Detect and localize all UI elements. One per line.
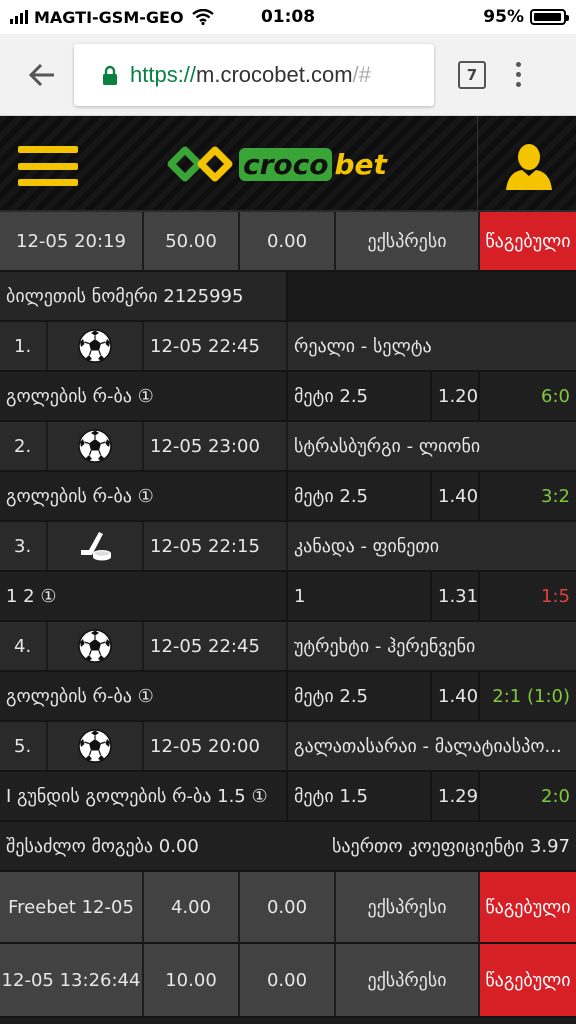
bet-summary-row[interactable]: 12-05 13:26:44 10.00 0.00 ექსპრესი წაგებ…	[0, 944, 576, 1018]
user-account-icon[interactable]	[504, 142, 554, 190]
event-number: 2.	[0, 422, 48, 470]
back-arrow-icon	[28, 63, 54, 86]
event-match: სტრასბურგი - ლიონი	[294, 435, 481, 457]
bet-label: Freebet 12-05	[0, 872, 144, 942]
battery-icon	[530, 9, 569, 25]
ticket-number-row: ბილეთის ნომერი 2125995	[0, 272, 576, 322]
event-market: გოლების რ-ბა ①	[0, 672, 288, 720]
event-match: უტრეხტი - ჰერენვენი	[294, 635, 476, 657]
bet-datetime: 12-05 20:19	[0, 212, 144, 270]
event-match: კანადა - ფინეთი	[294, 535, 440, 557]
crocobet-logo[interactable]: croco bet	[165, 144, 387, 184]
logo-bet-text: bet	[334, 147, 387, 181]
bet-stake: 4.00	[144, 872, 240, 942]
clock: 01:08	[260, 7, 316, 27]
event-number: 1.	[0, 322, 48, 370]
event-datetime: 12-05 22:45	[144, 622, 288, 670]
event-market: გოლების რ-ბა ①	[0, 372, 288, 420]
event-row[interactable]: 1. 12-05 22:45 რეალი - სელტა	[0, 322, 576, 372]
soccer-ball-icon	[48, 622, 144, 670]
event-row[interactable]: 3. 12-05 22:15 კანადა - ფინეთი	[0, 522, 576, 572]
event-datetime: 12-05 22:45	[144, 322, 288, 370]
event-match: რეალი - სელტა	[294, 335, 432, 357]
event-odds: 1.40	[432, 672, 480, 720]
pick-row: 1 2 ① 1 1.31 1:5	[0, 572, 576, 622]
soccer-ball-icon	[48, 422, 144, 470]
event-score: 6:0	[541, 385, 570, 407]
bet-type: ექსპრესი	[336, 212, 480, 270]
pick-row: გოლების რ-ბა ① მეტი 2.5 1.20 6:0	[0, 372, 576, 422]
event-score: 2:1 (1:0)	[492, 685, 570, 707]
bet-status-badge: წაგებული	[480, 212, 576, 270]
event-datetime: 12-05 20:00	[144, 722, 288, 770]
signal-icon	[10, 10, 28, 24]
bet-win-amount: 0.00	[240, 944, 336, 1016]
event-market: გოლების რ-ბა ①	[0, 472, 288, 520]
total-odds: საერთო კოეფიციენტი 3.97	[332, 835, 570, 857]
event-match: გალათასარაი - მალატიასპო...	[294, 735, 562, 757]
bet-status-badge: წაგებული	[480, 944, 576, 1016]
totals-row: შესაძლო მოგება 0.00 საერთო კოეფიციენტი 3…	[0, 822, 576, 872]
bet-win-amount: 0.00	[240, 212, 336, 270]
event-score: 3:2	[541, 485, 570, 507]
back-button[interactable]	[22, 55, 62, 95]
event-row[interactable]: 4. 12-05 22:45 უტრეხტი - ჰერენვენი	[0, 622, 576, 672]
event-number: 3.	[0, 522, 48, 570]
bet-win-amount: 0.00	[240, 872, 336, 942]
bet-summary-row[interactable]: Freebet 12-05 4.00 0.00 ექსპრესი წაგებულ…	[0, 872, 576, 944]
bet-stake: 10.00	[144, 944, 240, 1016]
soccer-ball-icon	[48, 722, 144, 770]
event-number: 4.	[0, 622, 48, 670]
bet-summary-row[interactable]: 12-05 20:19 50.00 0.00 ექსპრესი წაგებული	[0, 212, 576, 272]
wifi-icon	[191, 9, 214, 25]
tab-switcher-button[interactable]: 7	[458, 60, 486, 89]
event-row[interactable]: 2. 12-05 23:00 სტრასბურგი - ლიონი	[0, 422, 576, 472]
bet-type: ექსპრესი	[336, 872, 480, 942]
event-odds: 1.20	[432, 372, 480, 420]
event-market: 1 2 ①	[0, 572, 288, 620]
hockey-icon	[48, 522, 144, 570]
soccer-ball-icon	[48, 322, 144, 370]
hamburger-menu-icon[interactable]	[18, 146, 78, 186]
event-score: 2:0	[541, 785, 570, 807]
event-datetime: 12-05 23:00	[144, 422, 288, 470]
pick-row: I გუნდის გოლების რ-ბა 1.5 ① მეტი 1.5 1.2…	[0, 772, 576, 822]
event-pick: მეტი 2.5	[288, 672, 432, 720]
event-market: I გუნდის გოლების რ-ბა 1.5 ①	[0, 772, 288, 820]
ticket-number: ბილეთის ნომერი 2125995	[0, 272, 288, 320]
bet-type: ექსპრესი	[336, 944, 480, 1016]
possible-win: შესაძლო მოგება 0.00	[6, 835, 199, 857]
bet-datetime: 12-05 13:26:44	[0, 944, 144, 1016]
carrier-name: MAGTI-GSM-GEO	[34, 7, 184, 27]
url-scheme: https://	[130, 61, 197, 87]
event-pick: მეტი 2.5	[288, 472, 432, 520]
event-row[interactable]: 5. 12-05 20:00 გალათასარაი - მალატიასპო.…	[0, 722, 576, 772]
site-header: croco bet	[0, 116, 576, 212]
status-bar: MAGTI-GSM-GEO 01:08 95%	[0, 0, 576, 34]
event-pick: მეტი 2.5	[288, 372, 432, 420]
logo-croco-text: croco	[239, 147, 333, 181]
browser-toolbar: https://m.crocobet.com/# 7	[0, 34, 576, 116]
event-number: 5.	[0, 722, 48, 770]
browser-menu-button[interactable]	[516, 62, 521, 87]
pick-row: გოლების რ-ბა ① მეტი 2.5 1.40 3:2	[0, 472, 576, 522]
address-bar[interactable]: https://m.crocobet.com/#	[74, 43, 434, 106]
url-path: /#	[352, 61, 371, 87]
event-odds: 1.31	[432, 572, 480, 620]
event-pick: მეტი 1.5	[288, 772, 432, 820]
logo-mark-icon	[167, 146, 233, 182]
bet-status-badge: წაგებული	[480, 872, 576, 942]
event-odds: 1.40	[432, 472, 480, 520]
battery-percent: 95%	[483, 7, 524, 27]
event-datetime: 12-05 22:15	[144, 522, 288, 570]
url-host: m.crocobet.com	[196, 61, 353, 87]
event-score: 1:5	[541, 585, 570, 607]
bet-stake: 50.00	[144, 212, 240, 270]
lock-icon	[103, 65, 117, 85]
event-pick: 1	[288, 572, 432, 620]
event-odds: 1.29	[432, 772, 480, 820]
pick-row: გოლების რ-ბა ① მეტი 2.5 1.40 2:1 (1:0)	[0, 672, 576, 722]
